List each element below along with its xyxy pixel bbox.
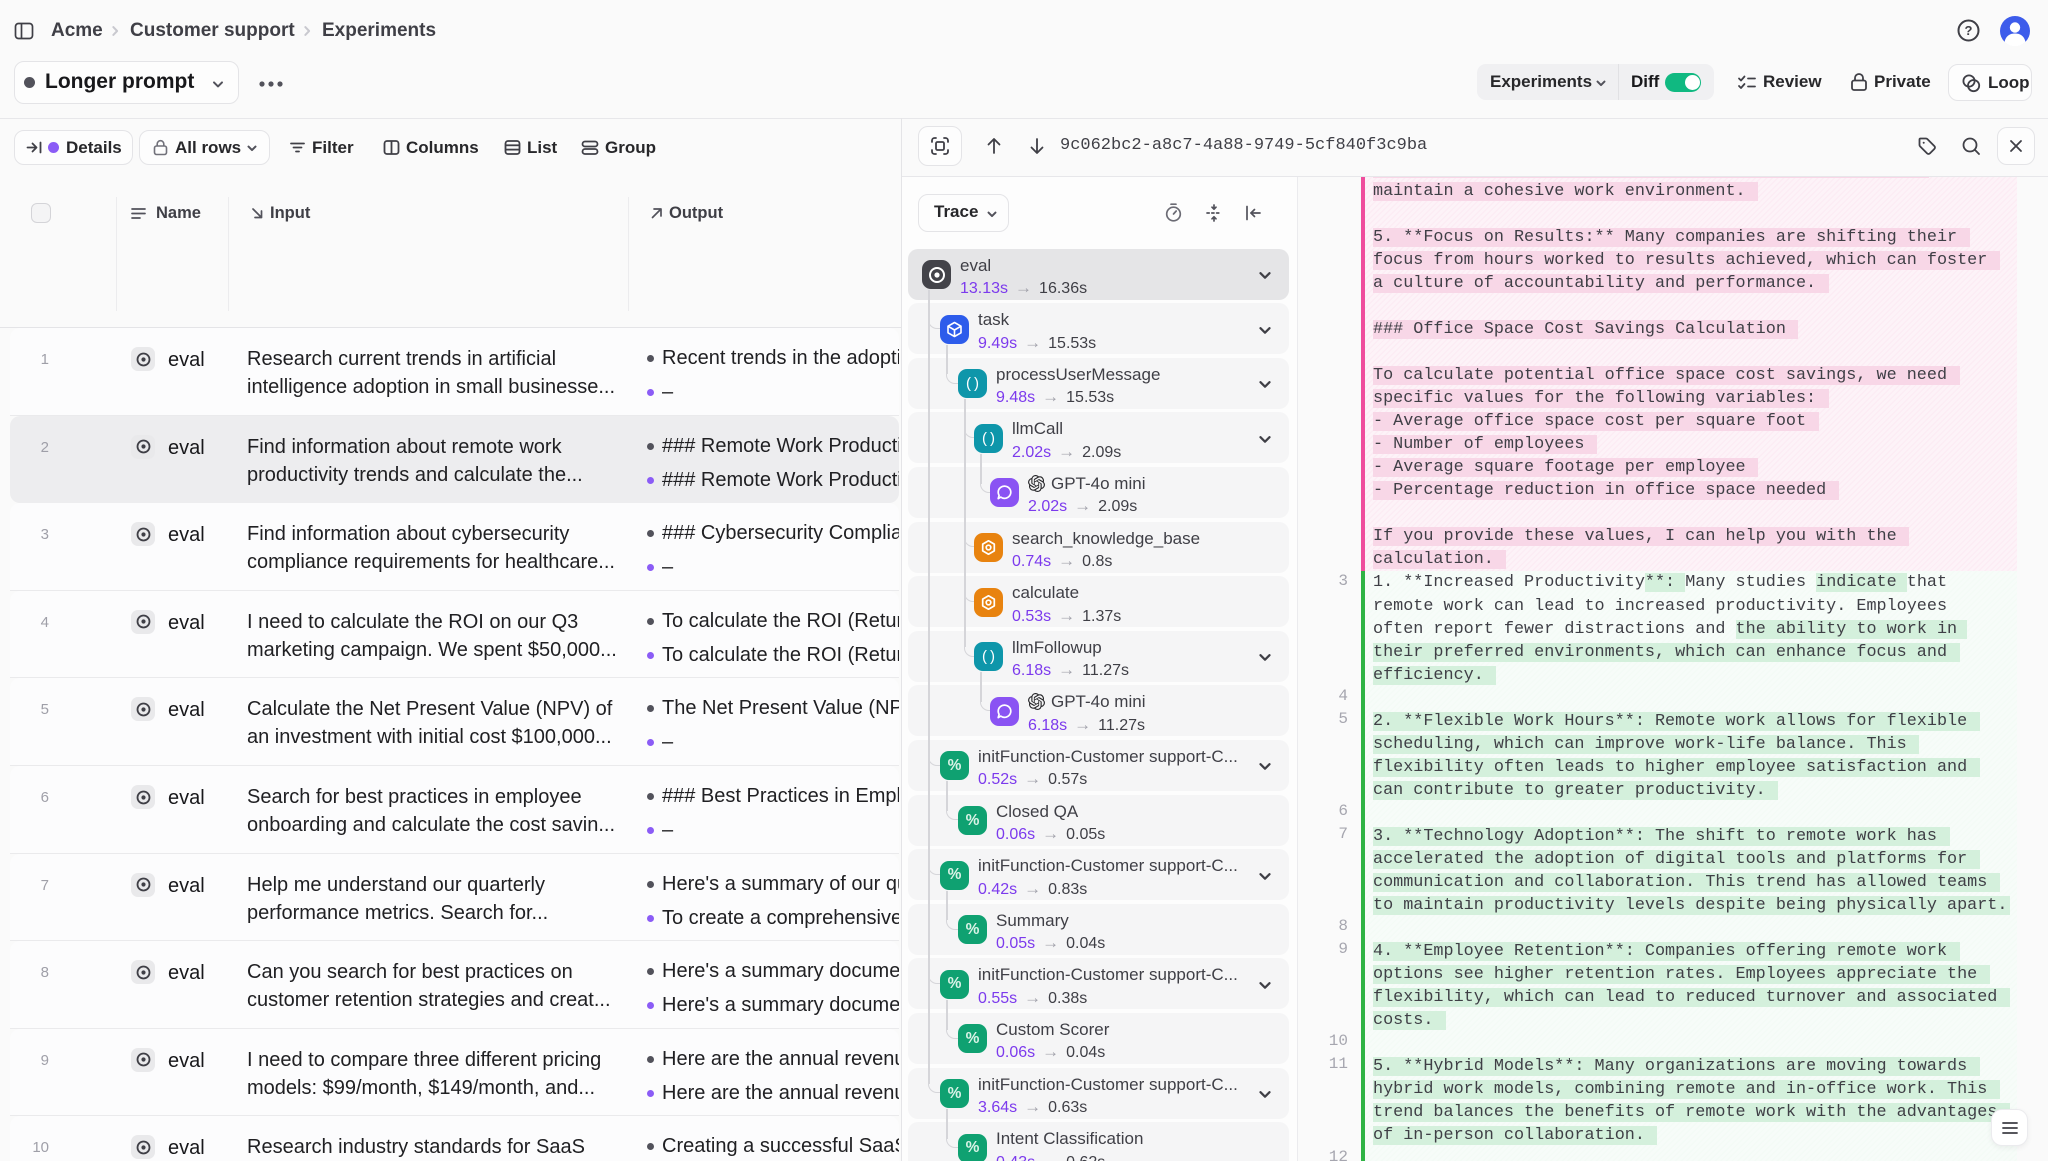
svg-text:?: ?	[1965, 23, 1973, 38]
